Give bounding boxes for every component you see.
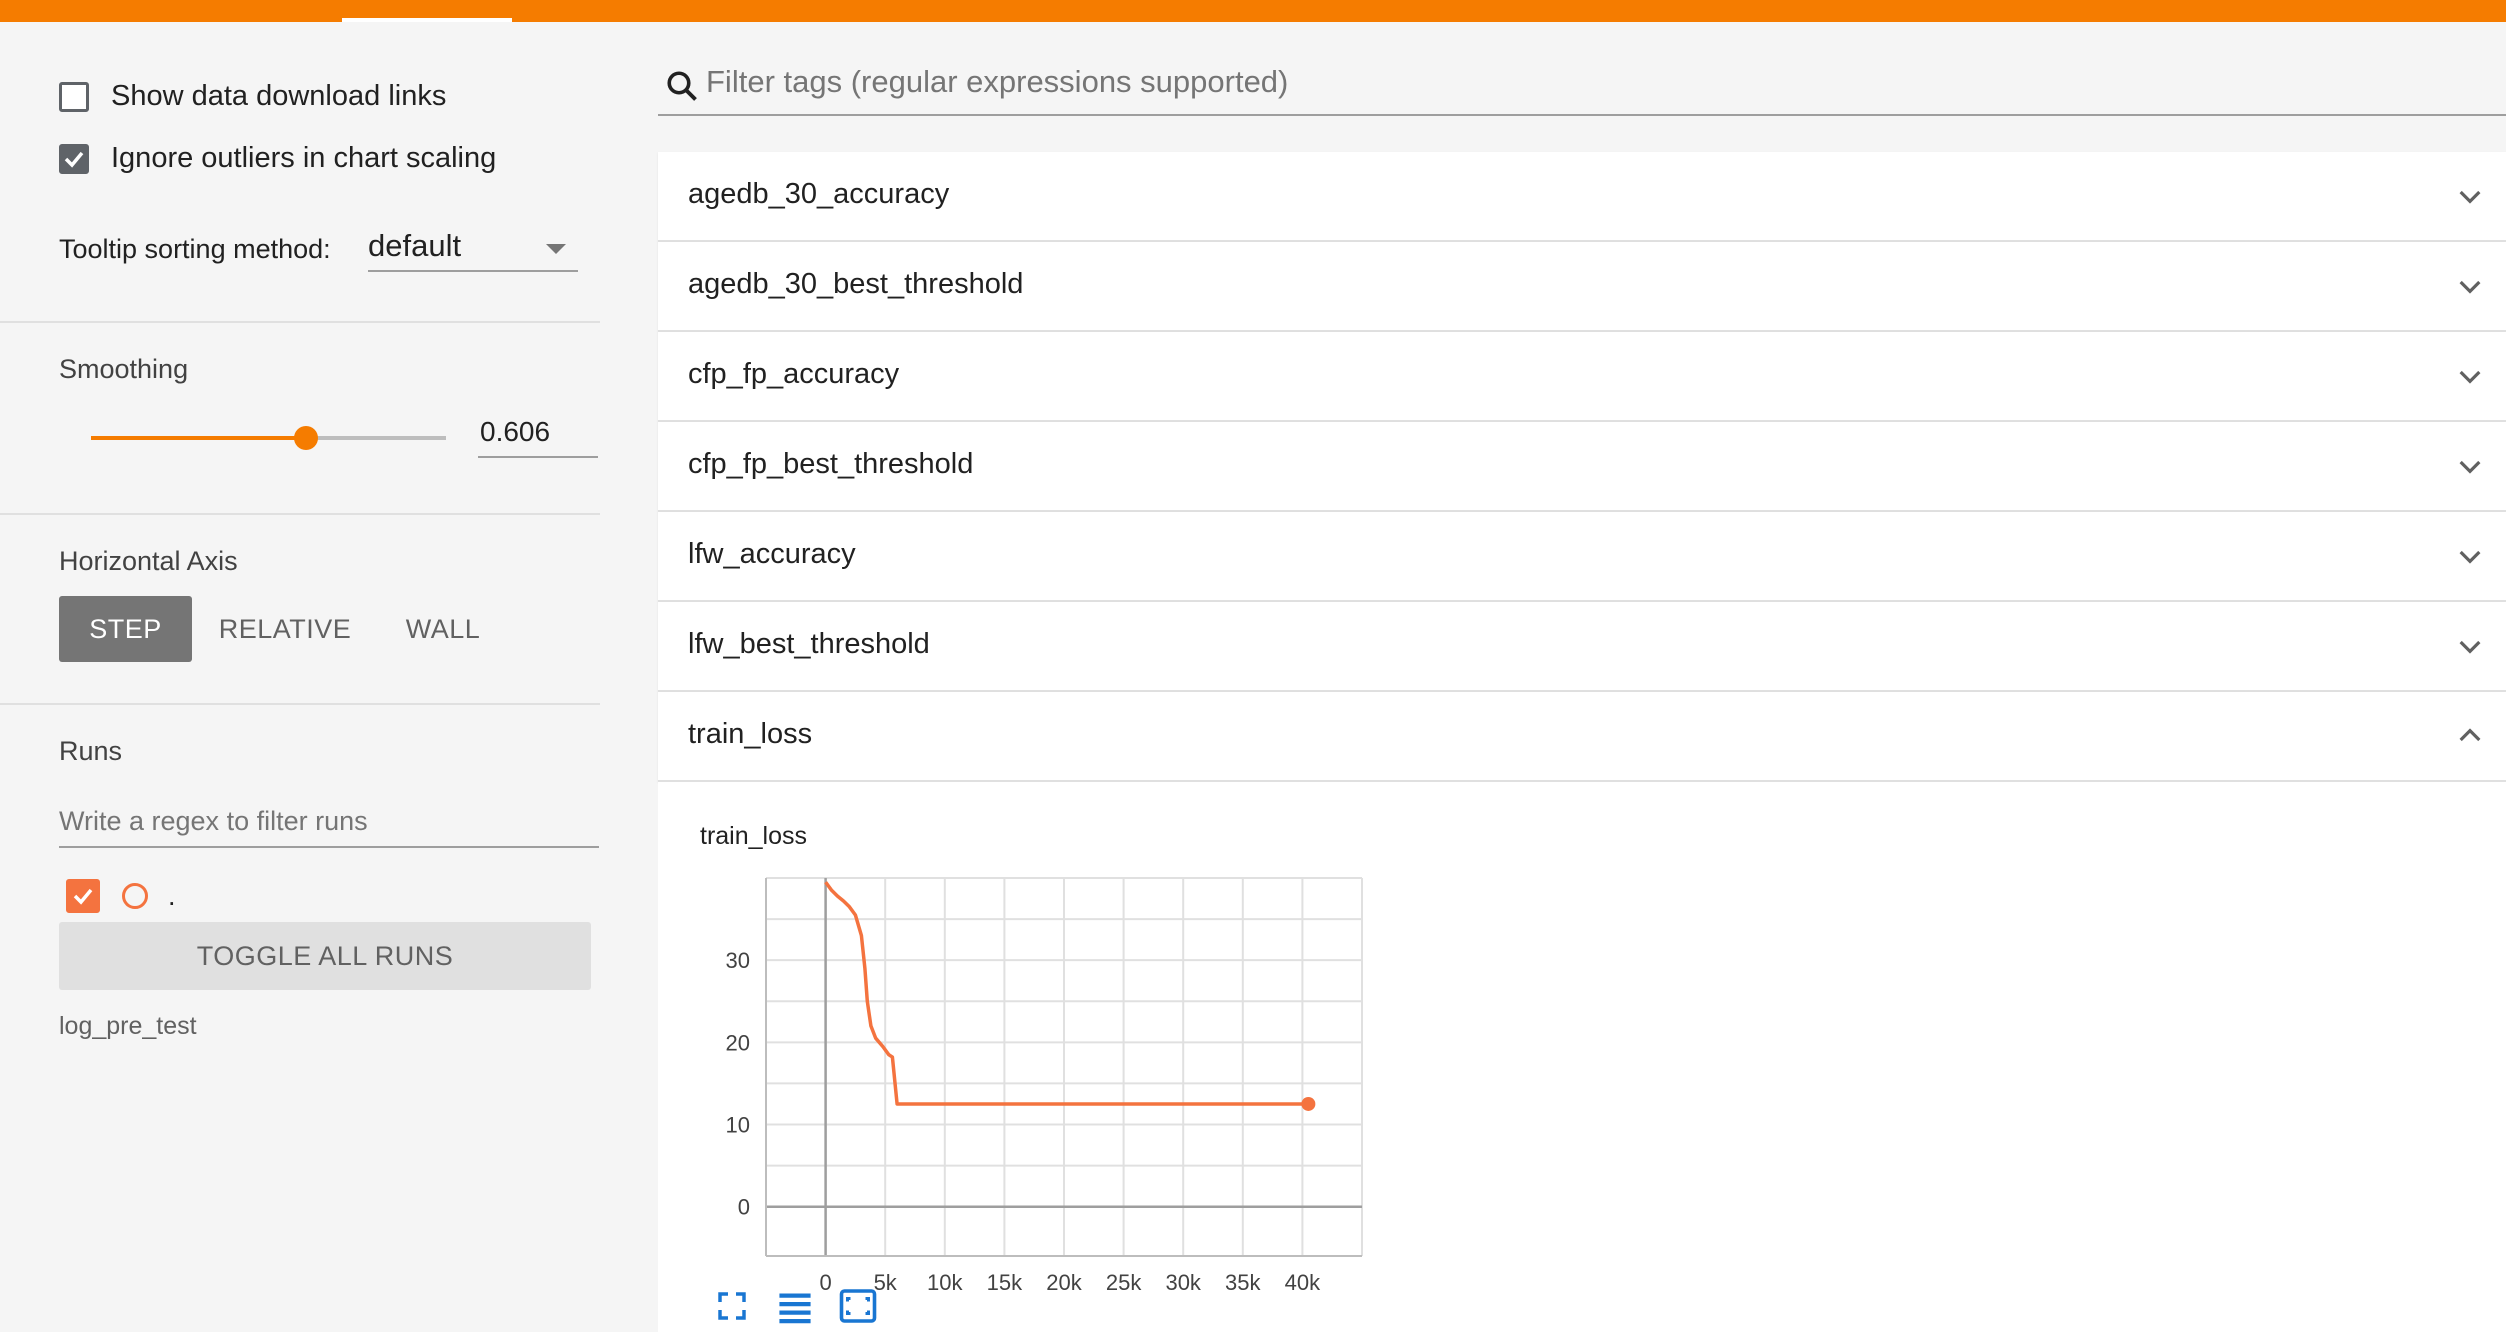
run-color-radio[interactable] [122,883,148,909]
divider [0,513,600,515]
tag-filter[interactable]: Filter tags (regular expressions support… [658,54,2506,116]
train-loss-chart-card: train_loss 0 5k 10k 15k 20k 25k 30k 35k 40k 0 10 20… [658,782,2506,1332]
category-agedb-30-accuracy[interactable]: agedb_30_accuracy [658,152,2506,242]
chevron-down-icon[interactable] [2454,540,2486,572]
category-lfw-accuracy[interactable]: lfw_accuracy [658,512,2506,602]
show-download-links-checkbox[interactable] [59,81,89,112]
tooltip-sorting-label: Tooltip sorting method: [59,234,331,264]
fullscreen-icon[interactable] [716,1290,748,1322]
chevron-down-icon[interactable] [2454,270,2486,302]
category-cfp-fp-accuracy[interactable]: cfp_fp_accuracy [658,332,2506,422]
tooltip-sorting-value: default [368,228,462,263]
smoothing-slider[interactable] [91,426,446,450]
show-download-links-label: Show data download links [111,80,447,112]
main-panel: Filter tags (regular expressions support… [658,22,2506,1332]
smoothing-slider-thumb[interactable] [294,426,319,450]
sidebar: Show data download links Ignore outliers… [0,22,600,1332]
category-name: lfw_accuracy [688,538,856,570]
checkmark-icon [73,888,93,905]
x-tick-label: 25k [1106,1270,1142,1295]
axis-relative-button[interactable]: RELATIVE [210,596,360,662]
smoothing-value: 0.606 [480,416,551,447]
x-tick-label: 15k [987,1270,1023,1295]
divider [0,703,600,705]
checkmark-icon [64,151,84,168]
chevron-down-icon[interactable] [2454,630,2486,662]
top-toolbar [0,0,2506,22]
chevron-down-icon[interactable] [2454,360,2486,392]
x-tick-label: 20k [1046,1270,1082,1295]
train-loss-chart[interactable]: 0 5k 10k 15k 20k 25k 30k 35k 40k0102030 [658,782,1378,1302]
chevron-up-icon[interactable] [2454,720,2486,752]
axis-step-button[interactable]: STEP [59,596,192,662]
y-tick-label: 20 [726,1030,750,1055]
series-line [824,881,1309,1106]
x-tick-label: 30k [1165,1270,1201,1295]
category-name: agedb_30_best_threshold [688,268,1024,300]
fit-domain-icon[interactable] [838,1288,878,1324]
run-name-label: . [168,880,176,911]
smoothing-title: Smoothing [59,354,189,384]
x-tick-label: 0 [819,1270,831,1295]
category-lfw-best-threshold[interactable]: lfw_best_threshold [658,602,2506,692]
chevron-down-icon[interactable] [2454,450,2486,482]
ignore-outliers-row[interactable]: Ignore outliers in chart scaling [59,142,496,175]
category-name: cfp_fp_best_threshold [688,448,974,480]
x-tick-label: 35k [1225,1270,1261,1295]
x-tick-label: 10k [927,1270,963,1295]
smoothing-value-input[interactable]: 0.606 [478,410,598,458]
show-download-links-row[interactable]: Show data download links [59,80,446,113]
y-tick-label: 0 [738,1195,750,1220]
ignore-outliers-checkbox[interactable] [59,143,89,174]
runs-filter-placeholder: Write a regex to filter runs [59,806,368,836]
runs-title: Runs [59,736,123,766]
chevron-down-icon[interactable] [2454,180,2486,212]
y-tick-label: 30 [726,948,750,973]
run-checkbox[interactable] [66,879,100,913]
smoothing-slider-fill [91,436,307,440]
horizontal-axis-title: Horizontal Axis [59,546,238,576]
axis-wall-button[interactable]: WALL [390,596,496,662]
tooltip-sorting-select[interactable]: default [368,222,578,272]
search-icon [667,71,697,101]
category-cfp-fp-best-threshold[interactable]: cfp_fp_best_threshold [658,422,2506,512]
x-tick-label: 40k [1285,1270,1321,1295]
series-end-point [1301,1096,1316,1111]
category-name: cfp_fp_accuracy [688,358,900,390]
dropdown-caret-icon [546,244,566,254]
category-name: lfw_best_threshold [688,628,930,660]
y-tick-label: 10 [726,1113,750,1138]
tag-filter-placeholder: Filter tags (regular expressions support… [706,64,1289,99]
divider [0,321,600,323]
toggle-all-runs-button[interactable]: TOGGLE ALL RUNS [59,922,591,990]
run-group-name: log_pre_test [59,1012,197,1040]
runs-filter-input[interactable]: Write a regex to filter runs [59,798,599,848]
category-name: train_loss [688,718,813,750]
toggle-log-scale-icon[interactable] [776,1290,814,1324]
category-train-loss[interactable]: train_loss [658,692,2506,782]
run-item[interactable]: . [66,879,176,913]
category-name: agedb_30_accuracy [688,178,950,210]
category-agedb-30-best-threshold[interactable]: agedb_30_best_threshold [658,242,2506,332]
ignore-outliers-label: Ignore outliers in chart scaling [111,142,497,174]
